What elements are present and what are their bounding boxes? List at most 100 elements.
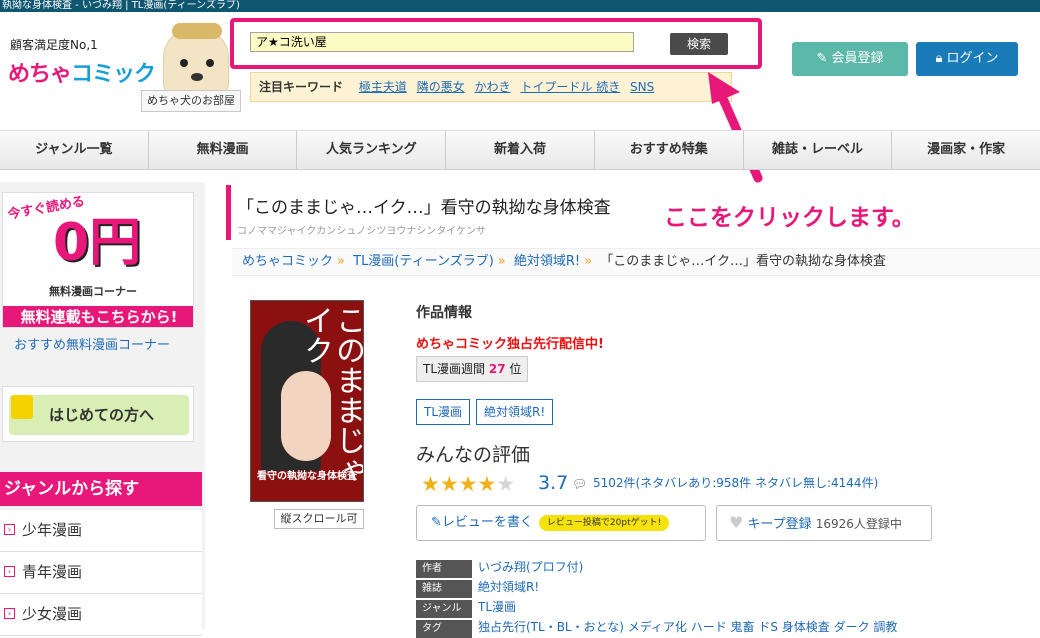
page-title-kana: コノママジャイクカンシュノシツヨウナシンタイケンサ [237,226,486,237]
keyword-link[interactable]: SNS [630,80,654,94]
keep-button[interactable]: ♥ キープ登録 16926人登録中 [716,505,932,541]
tagline: 顧客満足度No,1 [10,38,98,52]
annotation-text: ここをクリックします。 [664,205,915,231]
meta-magazine: 雑誌 絶対領域R! [416,578,539,598]
keyword-link[interactable]: かわき [475,80,511,94]
register-button[interactable]: ✎ 会員登録 [792,42,908,76]
cover-image[interactable]: このままじゃイク 看守の執拗な身体検査 [250,300,364,502]
review-count-link[interactable]: 5102件(ネタバレあり:958件 ネタバレ無し:4144件) [593,474,878,491]
star-half-icon: ★ [477,472,497,496]
login-button[interactable]: 🔒︎ ログイン [916,42,1018,76]
tag-links[interactable]: 独占先行(TL・BL・おとな) メディア化 ハード 鬼畜 ドS 身体検査 ダーク… [478,620,897,634]
nav-new-arrivals[interactable]: 新着入荷 [446,131,595,169]
rating-score: 3.7 [538,472,569,494]
breadcrumb-item[interactable]: めちゃコミック [242,254,333,269]
genre-label: 少年漫画 [22,521,83,539]
genre-item-shonen[interactable]: › 少年漫画 [0,510,202,552]
magazine-link[interactable]: 絶対領域R! [478,580,539,594]
free-manga-banner[interactable]: 今すぐ読める 0円 無料漫画コーナー 無料連載もこちらから! [2,192,194,328]
chevron-right-icon: » [497,254,506,269]
author-link[interactable]: いづみ翔(プロフ付) [478,560,583,574]
page-title-block: 「このままじゃ…イク…」看守の執拗な身体検査 コノママジャイクカンシュノシツヨウ… [226,185,644,240]
keyword-link[interactable]: 極主夫道 [359,80,407,94]
genre-item-shojo[interactable]: › 少女漫画 [0,594,202,636]
meta-label: タグ [416,620,472,638]
meta-author: 作者 いづみ翔(プロフ付) [416,558,583,578]
nav-genre-list[interactable]: ジャンル一覧 [0,131,149,169]
comment-icon: 💬︎ [572,477,588,491]
lock-icon: 🔒︎ [935,51,947,66]
nav-magazine-label[interactable]: 雑誌・レーベル [743,131,893,169]
login-label: ログイン [946,51,999,66]
rank-suffix: 位 [509,362,522,376]
keyword-link[interactable]: トイプードル 続き [520,80,620,94]
genre-item-seinen[interactable]: › 青年漫画 [0,552,202,594]
eye-icon [180,59,188,67]
star-empty-icon: ★ [496,472,516,496]
star-icon: ★ [439,472,459,496]
vertical-scroll-badge: 縦スクロール可 [274,509,364,529]
star-icon: ★ [421,472,440,496]
nose-icon [191,73,203,81]
breadcrumb-item[interactable]: TL漫画(ティーンズラブ) [353,254,494,269]
arrow-box-icon: › [4,566,15,577]
logo-text-2: コミック [71,62,156,87]
cover-figure [281,371,331,461]
rating-stars: ★★★★★ [421,472,515,496]
chevron-right-icon: » [337,254,345,269]
keep-button-label: キープ登録 [747,517,812,532]
star-icon: ★ [458,472,478,496]
heart-icon: ♥ [729,513,744,532]
page-title: 「このままじゃ…イク…」看守の執拗な身体検査 [237,198,611,218]
banner-sub-text: 無料漫画コーナー [49,285,137,298]
ranking-badge: TL漫画週間 27 位 [416,356,529,382]
nav-authors[interactable]: 漫画家・作家 [892,131,1040,169]
exclusive-notice: めちゃコミック独占先行配信中! [416,337,604,352]
window-title-bar: 執拗な身体検査 - いづみ翔 | TL漫画(ティーンズラブ) [0,0,1040,12]
arrow-box-icon: › [4,608,15,619]
rank-number: 27 [488,362,506,376]
search-button[interactable]: 検索 [670,33,728,55]
keywords-title: 注目キーワード [259,80,344,94]
meta-label: ジャンル [416,600,472,618]
free-manga-link[interactable]: おすすめ無料漫画コーナー [14,334,170,353]
meta-genre: ジャンル TL漫画 [416,598,516,618]
nav-featured[interactable]: おすすめ特集 [594,131,744,169]
keep-count: 16926人登録中 [815,517,902,531]
main-nav: ジャンル一覧 無料漫画 人気ランキング 新着入荷 おすすめ特集 雑誌・レーベル … [0,130,1040,170]
nav-ranking[interactable]: 人気ランキング [297,131,447,169]
nav-free-manga[interactable]: 無料漫画 [148,131,298,169]
rank-prefix: TL漫画週間 [423,362,486,376]
tag-zettai-ryoiki[interactable]: 絶対領域R! [476,399,554,425]
banner-bottom-text: 無料連載もこちらから! [3,306,193,327]
beginner-banner[interactable]: はじめての方へ [2,386,194,442]
breadcrumb: めちゃコミック» TL漫画(ティーンズラブ)» 絶対領域R!» 「このままじゃ…… [232,248,1040,276]
cover-subtitle: 看守の執拗な身体検査 [257,471,357,482]
search-input[interactable]: ア★コ洗い屋 [250,32,634,52]
tag-tl[interactable]: TL漫画 [416,399,471,425]
write-review-button[interactable]: ✎レビューを書く レビュー投稿で20ptゲット! [416,505,706,541]
mascot-room-link[interactable]: めちゃ犬のお部屋 [141,90,241,112]
review-button-label: レビューを書く [441,515,533,530]
breadcrumb-current: 「このままじゃ…イク…」看守の執拗な身体検査 [600,254,886,269]
beginner-label: はじめての方へ [9,395,189,435]
pencil-icon: ✎ [431,515,442,530]
genre-link[interactable]: TL漫画 [478,600,516,614]
review-point-badge: レビュー投稿で20ptゲット! [538,514,670,531]
eye-icon [206,59,214,67]
beginner-mark-icon [11,395,33,419]
site-logo[interactable]: めちゃコミック [8,56,156,88]
meta-label: 雑誌 [416,580,472,598]
genre-label: 少女漫画 [22,605,83,623]
info-heading: 作品情報 [416,305,472,321]
keyword-link[interactable]: 隣の悪女 [417,80,465,94]
chevron-right-icon: » [584,254,593,269]
genre-label: 青年漫画 [22,563,83,581]
breadcrumb-item[interactable]: 絶対領域R! [514,254,580,269]
meta-tags: タグ 独占先行(TL・BL・おとな) メディア化 ハード 鬼畜 ドS 身体検査 ダ… [416,618,897,638]
keyword-bar: 注目キーワード 極主夫道 隣の悪女 かわき トイプードル 続き SNS [250,72,732,102]
meta-label: 作者 [416,560,472,578]
genre-section-head: ジャンルから探す [0,472,202,506]
logo-text-1: めちゃ [8,62,72,87]
arrow-box-icon: › [4,524,15,535]
